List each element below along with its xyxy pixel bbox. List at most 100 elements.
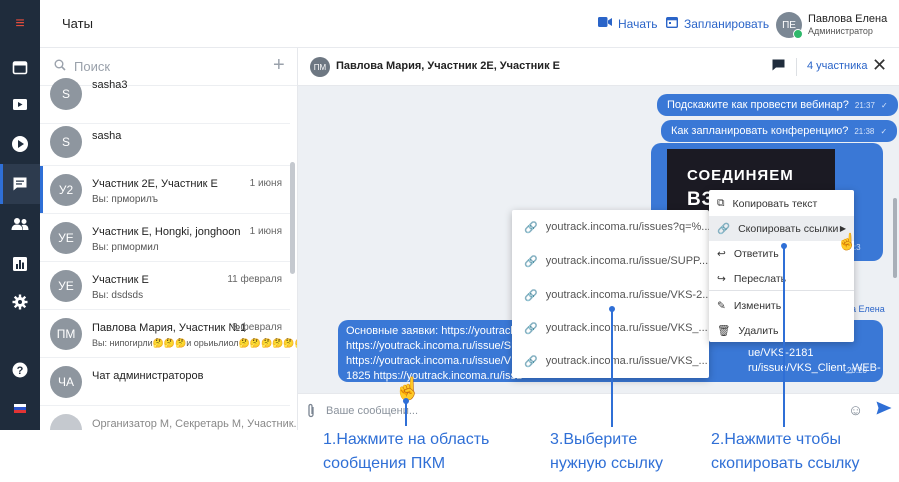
chat-name: sasha xyxy=(92,130,122,142)
divider xyxy=(796,58,797,76)
start-button[interactable]: Начать xyxy=(598,16,658,31)
sender-name: а Елена xyxy=(851,304,885,314)
flag-icon[interactable] xyxy=(10,398,30,418)
link-icon: 🔗 xyxy=(524,289,538,302)
new-chat-button[interactable]: + xyxy=(273,54,285,77)
callout-step-3: 3.Выберите нужную ссылку xyxy=(550,431,664,472)
schedule-button[interactable]: Запланировать xyxy=(665,16,770,31)
trash-icon: 🗑 xyxy=(717,325,731,337)
callout-step-1: 1.Нажмите на область сообщения ПКМ xyxy=(323,431,490,472)
menu-item-label: Удалить xyxy=(738,324,779,337)
start-label: Начать xyxy=(618,16,658,31)
avatar[interactable]: ПЕ xyxy=(776,12,803,39)
menu-item-edit[interactable]: ✎ Изменить xyxy=(709,293,854,318)
list-item[interactable]: S sasha3 xyxy=(40,76,290,124)
list-item[interactable]: ЧА Чат администраторов xyxy=(40,358,290,406)
chat-name: Павлова Мария, Участник №1 xyxy=(92,322,247,334)
menu-item-copy-text[interactable]: ⧉ Копировать текст xyxy=(709,191,854,216)
list-item[interactable]: У2 Участник 2Е, Участник Е Вы: прморилъ … xyxy=(40,166,290,214)
emoji-icon[interactable]: ☺ xyxy=(848,402,863,419)
chart-icon[interactable] xyxy=(10,254,30,274)
video-icon[interactable] xyxy=(10,95,30,115)
message-time: 20:20 xyxy=(846,366,867,375)
hand-cursor-icon: ☝ xyxy=(837,234,857,251)
link-url: youtrack.incoma.ru/issues?q=%... xyxy=(545,221,711,233)
avatar: ЧА xyxy=(50,366,82,398)
schedule-label: Запланировать xyxy=(684,16,770,31)
left-rail: ≡ ? xyxy=(0,0,40,430)
list-item[interactable]: S sasha xyxy=(40,118,290,166)
chat-header: ПМ Павлова Мария, Участник 2Е, Участник … xyxy=(298,48,899,86)
link-url: youtrack.incoma.ru/issue/VKS_... xyxy=(545,322,708,334)
avatar: S xyxy=(50,78,82,110)
svg-text:?: ? xyxy=(17,365,24,377)
participants-link[interactable]: 4 участника xyxy=(807,60,867,72)
gear-icon[interactable] xyxy=(10,292,30,312)
app-window: ≡ ? Чаты Начать Запланировать ПЕ Павлова… xyxy=(0,0,899,430)
users-icon[interactable] xyxy=(10,214,30,234)
menu-item-forward[interactable]: ↪ Переслать xyxy=(709,266,854,291)
paperclip-icon[interactable] xyxy=(306,403,316,422)
menu-item-label: Изменить xyxy=(733,299,782,312)
link-item[interactable]: 🔗 youtrack.incoma.ru/issue/SUPP... xyxy=(512,244,709,278)
list-item[interactable]: Организатор М, Секретарь М, Участник... xyxy=(40,406,297,430)
link-icon: 🔗 xyxy=(524,221,538,234)
list-item[interactable]: УЕ Участник Е Вы: dsdsds 11 февраля xyxy=(40,262,290,310)
chat-date: 8 февраля xyxy=(232,322,282,333)
menu-item-copy-links[interactable]: 🔗 Скопировать ссылки ▶ xyxy=(709,216,854,241)
chat-name: sasha3 xyxy=(92,79,128,91)
search-input[interactable]: Поиск xyxy=(74,59,110,74)
list-scrollbar[interactable] xyxy=(290,162,295,274)
link-icon: 🔗 xyxy=(717,223,731,235)
link-item[interactable]: 🔗 youtrack.incoma.ru/issues?q=%... xyxy=(512,210,711,244)
chat-name: Организатор М, Секретарь М, Участник... xyxy=(92,418,298,430)
chat-name: Участник 2Е, Участник Е xyxy=(92,178,218,190)
menu-item-delete[interactable]: 🗑 Удалить xyxy=(709,318,854,343)
edit-icon: ✎ xyxy=(717,299,726,312)
callout-step-2: 2.Нажмите чтобы скопировать ссылку xyxy=(711,431,860,472)
avatar: УЕ xyxy=(50,270,82,302)
chat-name: Участник Е, Hongki, jonghoon xyxy=(92,226,241,238)
message-text: Основные заявки: https://youtrack. https… xyxy=(346,325,523,382)
chat-date: 11 февраля xyxy=(227,274,282,285)
chat-preview: Вы: рпмормил xyxy=(92,242,159,253)
link-icon: 🔗 xyxy=(524,322,538,335)
play-icon[interactable] xyxy=(10,134,30,154)
avatar xyxy=(50,414,82,430)
callout-line xyxy=(783,246,785,427)
message-composer: Ваше сообщени... ☺ xyxy=(298,393,899,430)
chat-preview: Вы: dsdsds xyxy=(92,290,144,301)
menu-item-label: Ответить xyxy=(733,247,779,260)
calendar-icon[interactable] xyxy=(10,57,30,77)
chat-preview: Вы: нипогирли🤔🤔🤔и орьиьлиол🤔🤔🤔🤔🤔🤔 xyxy=(92,338,298,348)
message-text: Как запланировать конференцию? xyxy=(671,125,849,137)
menu-item-label: Копировать текст xyxy=(732,197,818,210)
page-title: Чаты xyxy=(62,16,93,31)
calendar-icon xyxy=(665,16,679,31)
image-caption-1: СОЕДИНЯЕМ xyxy=(687,167,794,184)
chat-icon[interactable] xyxy=(0,164,40,204)
chat-name: Участник Е xyxy=(92,274,149,286)
search-icon xyxy=(54,59,66,74)
help-icon[interactable]: ? xyxy=(10,360,30,380)
chat-title: Павлова Мария, Участник 2Е, Участник Е xyxy=(336,60,560,72)
app-header: Чаты Начать Запланировать ПЕ Павлова Еле… xyxy=(40,0,899,48)
send-icon[interactable] xyxy=(876,401,892,420)
chat-list: Поиск + S sasha3 S sasha У2 Участник 2Е,… xyxy=(40,48,298,430)
list-item[interactable]: УЕ Участник Е, Hongki, jonghoon Вы: рпмо… xyxy=(40,214,290,262)
chat-scrollbar[interactable] xyxy=(893,198,897,278)
message-bubble[interactable]: Подскажите как провести вебинар? 21:37 ✓ xyxy=(657,94,898,116)
link-url: youtrack.incoma.ru/issue/VKS_... xyxy=(545,355,708,367)
close-icon[interactable]: ✕ xyxy=(872,55,887,76)
chat-name: Чат администраторов xyxy=(92,370,204,382)
menu-icon[interactable]: ≡ xyxy=(10,14,30,34)
message-bubble[interactable]: Как запланировать конференцию? 21:38 ✓ xyxy=(661,120,898,142)
avatar: УЕ xyxy=(50,222,82,254)
callout-line xyxy=(405,401,407,426)
video-icon xyxy=(598,16,612,31)
comment-icon[interactable] xyxy=(772,59,785,74)
forward-icon: ↪ xyxy=(717,272,726,285)
avatar: ПМ xyxy=(50,318,82,350)
user-role: Администратор xyxy=(808,26,873,36)
list-item[interactable]: ПМ Павлова Мария, Участник №1 Вы: нипоги… xyxy=(40,310,297,358)
